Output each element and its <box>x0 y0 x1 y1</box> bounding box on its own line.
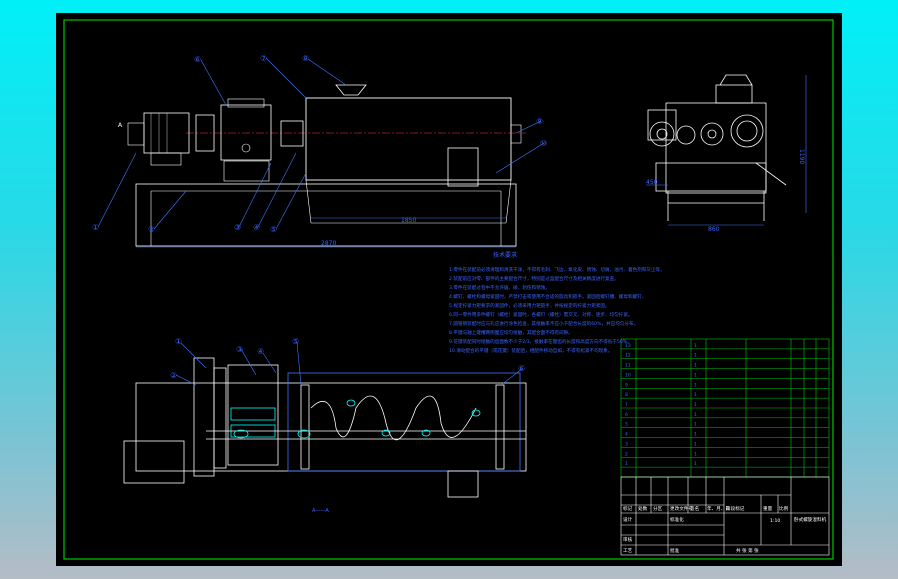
parts-row-qty: 1 <box>694 392 697 398</box>
tech-req-title: 技术要求 <box>493 251 517 259</box>
parts-row-number: 9 <box>625 382 628 388</box>
balloon-7: ⑦ <box>260 54 267 63</box>
rotor-circle <box>730 114 764 148</box>
side-frame <box>665 102 767 194</box>
bearing-right <box>510 124 522 144</box>
scale-header: 比例 <box>779 505 789 512</box>
parts-row-qty: 1 <box>694 461 697 467</box>
drawing-name: 卧式螺旋混料机 <box>794 516 827 523</box>
parts-row-qty: 1 <box>694 451 697 457</box>
tech-req-line: 9.花键装配同时接触的齿面数不少于2/3，接触率在键齿的长度和高度方向不得低于5… <box>449 338 632 345</box>
parts-row-number: 4 <box>625 432 628 438</box>
parts-row-number: 10 <box>625 372 631 378</box>
parts-row-number: 7 <box>625 402 628 408</box>
parts-row-qty: 1 <box>694 363 697 369</box>
parts-list-rows: 13 112 111 110 19 18 17 16 15 14 13 12 11 1 <box>621 343 829 468</box>
weight-header: 重量 <box>763 505 773 512</box>
role-process: 工艺 <box>623 548 633 554</box>
tech-req-line: 4.螺钉、螺栓和螺母紧固时，严禁打击或使用不合适的旋具和扳手。紧固后螺钉槽、螺母… <box>449 293 646 300</box>
drawing-sheet: 13 1 12 1 11 1 10 1 9 1 8 1 7 1 6 1 5 1 4 1 3 1 2 1 1 1 ① ② ③ ④ ⑤… <box>56 13 842 566</box>
plan-pulley-stack <box>193 357 215 477</box>
parts-row-qty: 1 <box>694 343 697 349</box>
balloon-1: ① <box>92 223 99 232</box>
side-marker: A <box>118 122 123 129</box>
parts-row-qty: 1 <box>694 441 697 447</box>
motor <box>143 112 190 154</box>
balloon-3: ③ <box>234 223 241 232</box>
balloon-8: ⑧ <box>302 54 309 63</box>
plan-balloon-3: ③ <box>236 345 243 354</box>
stage-header: 阶段标记 <box>726 505 745 512</box>
tech-req-line: 5.规定拧紧力矩要求的紧固件，必须采用力矩扳手，并按规定的拧紧力矩紧固。 <box>449 302 610 309</box>
dim-offset: 450 <box>646 179 658 186</box>
tech-req-lines: 1.零件在装配前必须清理和清洗干净，不得有毛刺、飞边、氧化皮、锈蚀、切屑、油污、… <box>449 266 665 354</box>
screw-flight <box>310 395 477 441</box>
balloon-9: ⑨ <box>536 117 543 126</box>
rev-header-sign: 签名 <box>690 505 699 512</box>
tech-req-line: 10.滑动配合的平键（或花键）装配后，相配件移动自如，不得有松紧不均现象。 <box>449 347 613 354</box>
sheet-count: 共 张 第 张 <box>736 547 759 554</box>
bearing-left <box>280 120 304 147</box>
rev-header-mark: 标记 <box>623 505 633 512</box>
tech-req-line: 7.圆锥销装配时应与孔应进行涂色检查，其接触率不应小于配合长度的60%，并应均匀… <box>449 320 638 327</box>
parts-row-qty: 1 <box>694 422 697 428</box>
front-view <box>97 57 545 248</box>
parts-row-qty: 1 <box>694 432 697 438</box>
inlet-hopper <box>335 84 367 96</box>
rev-header-count: 处数 <box>638 505 648 512</box>
approve-label: 批准 <box>670 547 680 554</box>
tech-req-line: 3.零件在装配过程中不允许磕、碰、划伤和锈蚀。 <box>449 284 550 291</box>
balloon-5: ⑤ <box>270 225 277 234</box>
plan-balloon-1: ① <box>175 337 182 346</box>
plan-balloon-2: ② <box>170 371 177 380</box>
side-view <box>646 74 807 226</box>
base-frame <box>135 183 517 247</box>
parts-row-number: 1 <box>625 461 628 467</box>
plan-view-title: A——A <box>312 508 329 514</box>
tech-req-line: 2.装配前应对零、部件的主要配合尺寸，特别是过盈配合尺寸及相关精度进行复查。 <box>449 275 619 282</box>
parts-row-qty: 1 <box>694 382 697 388</box>
parts-row-number: 6 <box>625 412 628 418</box>
parts-row-qty: 1 <box>694 412 697 418</box>
dim-height: 1190 <box>798 149 805 164</box>
rev-header-zone: 分区 <box>653 505 663 512</box>
tech-req-line: 6.同一零件用多件螺钉（螺栓）紧固时，各螺钉（螺栓）需交叉、对称、逐步、均匀拧紧… <box>449 311 633 318</box>
dim-base-width: 860 <box>708 226 720 233</box>
balloon-4: ④ <box>253 223 260 232</box>
tech-req-line: 8.平键与轴上键槽两侧面应均匀接触，其配合面不得有间隙。 <box>449 329 573 336</box>
parts-row-number: 12 <box>625 353 631 359</box>
plan-view <box>123 341 527 498</box>
parts-row-number: 5 <box>625 422 628 428</box>
scale-value: 1:10 <box>770 518 780 524</box>
plan-balloon-5: ⑤ <box>292 337 299 346</box>
plan-balloon-4: ④ <box>257 347 264 356</box>
engineering-drawing: 13 112 111 110 19 18 17 16 15 14 13 12 11 1 ① ② ③ ④ ⑤… <box>63 19 834 560</box>
dim-trough-length: 1850 <box>401 217 416 224</box>
plan-outline <box>135 382 527 472</box>
tech-req-line: 1.零件在装配前必须清理和清洗干净，不得有毛刺、飞边、氧化皮、锈蚀、切屑、油污、… <box>449 266 665 273</box>
role-design: 设计 <box>623 516 633 523</box>
plan-reducer <box>227 364 279 466</box>
parts-row-qty: 1 <box>694 353 697 359</box>
pulley-circle <box>649 121 675 147</box>
parts-row-qty: 1 <box>694 402 697 408</box>
title-block <box>620 476 830 556</box>
parts-row-number: 11 <box>625 363 631 369</box>
plan-motor <box>123 440 185 484</box>
parts-row-qty: 1 <box>694 372 697 378</box>
role-review: 审核 <box>623 536 633 543</box>
balloon-6: ⑥ <box>194 55 201 64</box>
parts-row-number: 3 <box>625 441 628 447</box>
parts-row-number: 2 <box>625 451 628 457</box>
standardization-label: 标准化 <box>670 516 684 523</box>
balloon-2: ② <box>148 225 155 234</box>
gear-circle <box>700 122 724 146</box>
balloon-10: ⑩ <box>540 139 547 148</box>
parts-row-number: 8 <box>625 392 628 398</box>
dim-overall-length: 2870 <box>321 240 336 247</box>
plan-balloon-6: ⑥ <box>518 364 525 373</box>
trough <box>305 97 512 181</box>
